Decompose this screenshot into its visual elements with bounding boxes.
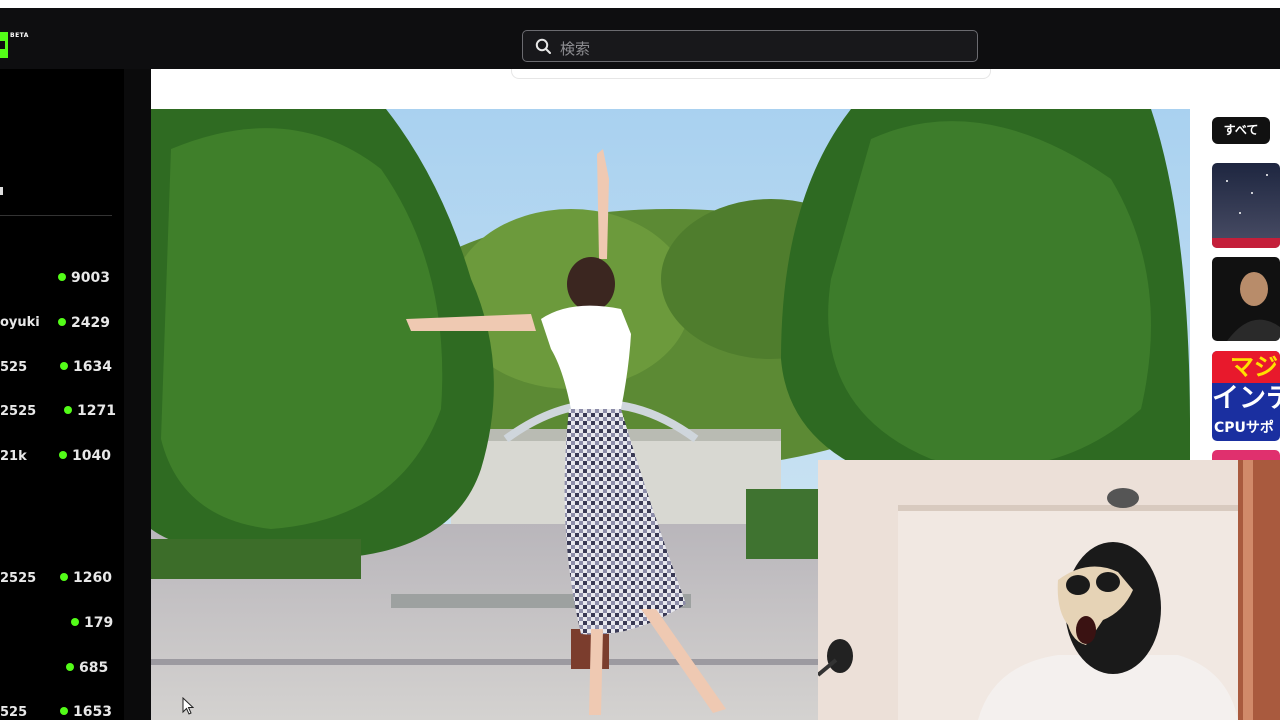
- live-dot-icon: [60, 573, 68, 581]
- search-icon: [535, 38, 551, 54]
- sidebar-channel-name[interactable]: oyuki: [0, 315, 40, 330]
- live-dot-icon: [71, 618, 79, 626]
- search-placeholder: 検索: [560, 40, 591, 58]
- sidebar-viewer-count: 685: [66, 660, 108, 676]
- live-dot-icon: [58, 318, 66, 326]
- sidebar-channel-name[interactable]: 2525: [0, 404, 36, 419]
- live-dot-icon: [66, 663, 74, 671]
- kick-logo-icon[interactable]: [0, 32, 8, 58]
- sidebar-viewer-count: 1040: [59, 448, 111, 464]
- mouse-cursor-icon: [182, 697, 194, 715]
- sidebar-viewer-count: 1260: [60, 570, 112, 586]
- sidebar-section-marker: [0, 187, 3, 195]
- person-portrait-thumbnail-image: [1212, 257, 1280, 341]
- thumbnail-text-1: マジ: [1230, 353, 1278, 381]
- recommended-thumbnail[interactable]: [1212, 257, 1280, 341]
- sidebar-viewer-count: 1271: [64, 403, 116, 419]
- live-dot-icon: [64, 406, 72, 414]
- sidebar-viewer-count: 9003: [58, 270, 110, 286]
- sidebar-channel-name[interactable]: 21k: [0, 449, 27, 464]
- sidebar-channel-name[interactable]: 2525: [0, 571, 36, 586]
- webcam-scene: [818, 460, 1280, 720]
- sidebar-viewer-count: 2429: [58, 315, 110, 331]
- live-dot-icon: [58, 273, 66, 281]
- sidebar-divider: [0, 215, 112, 216]
- filter-all-button[interactable]: すべて: [1212, 117, 1270, 144]
- recommended-thumbnail[interactable]: マジ インテ CPUサポ: [1212, 351, 1280, 441]
- sidebar-channel-name[interactable]: 525: [0, 360, 27, 375]
- faded-input-outline: [511, 69, 991, 79]
- live-dot-icon: [59, 451, 67, 459]
- top-navigation-bar: BETA 検索: [0, 8, 1280, 69]
- sidebar-channel-name[interactable]: 525: [0, 705, 27, 720]
- recommended-thumbnail[interactable]: [1212, 163, 1280, 248]
- thumbnail-text-2: インテ: [1212, 383, 1280, 414]
- sidebar-gutter: [124, 69, 151, 720]
- night-sky-thumbnail-image: [1212, 163, 1280, 248]
- sidebar-viewer-count: 179: [71, 615, 113, 631]
- beta-badge: BETA: [10, 32, 29, 39]
- sidebar-viewer-count: 1653: [60, 704, 112, 720]
- live-dot-icon: [60, 707, 68, 715]
- webcam-overlay: [818, 460, 1280, 720]
- sidebar-viewer-count: 1634: [60, 359, 112, 375]
- top-white-strip: [0, 0, 1280, 8]
- thumbnail-text-3: CPUサポ: [1214, 420, 1274, 436]
- search-input[interactable]: 検索: [522, 30, 978, 62]
- live-dot-icon: [60, 362, 68, 370]
